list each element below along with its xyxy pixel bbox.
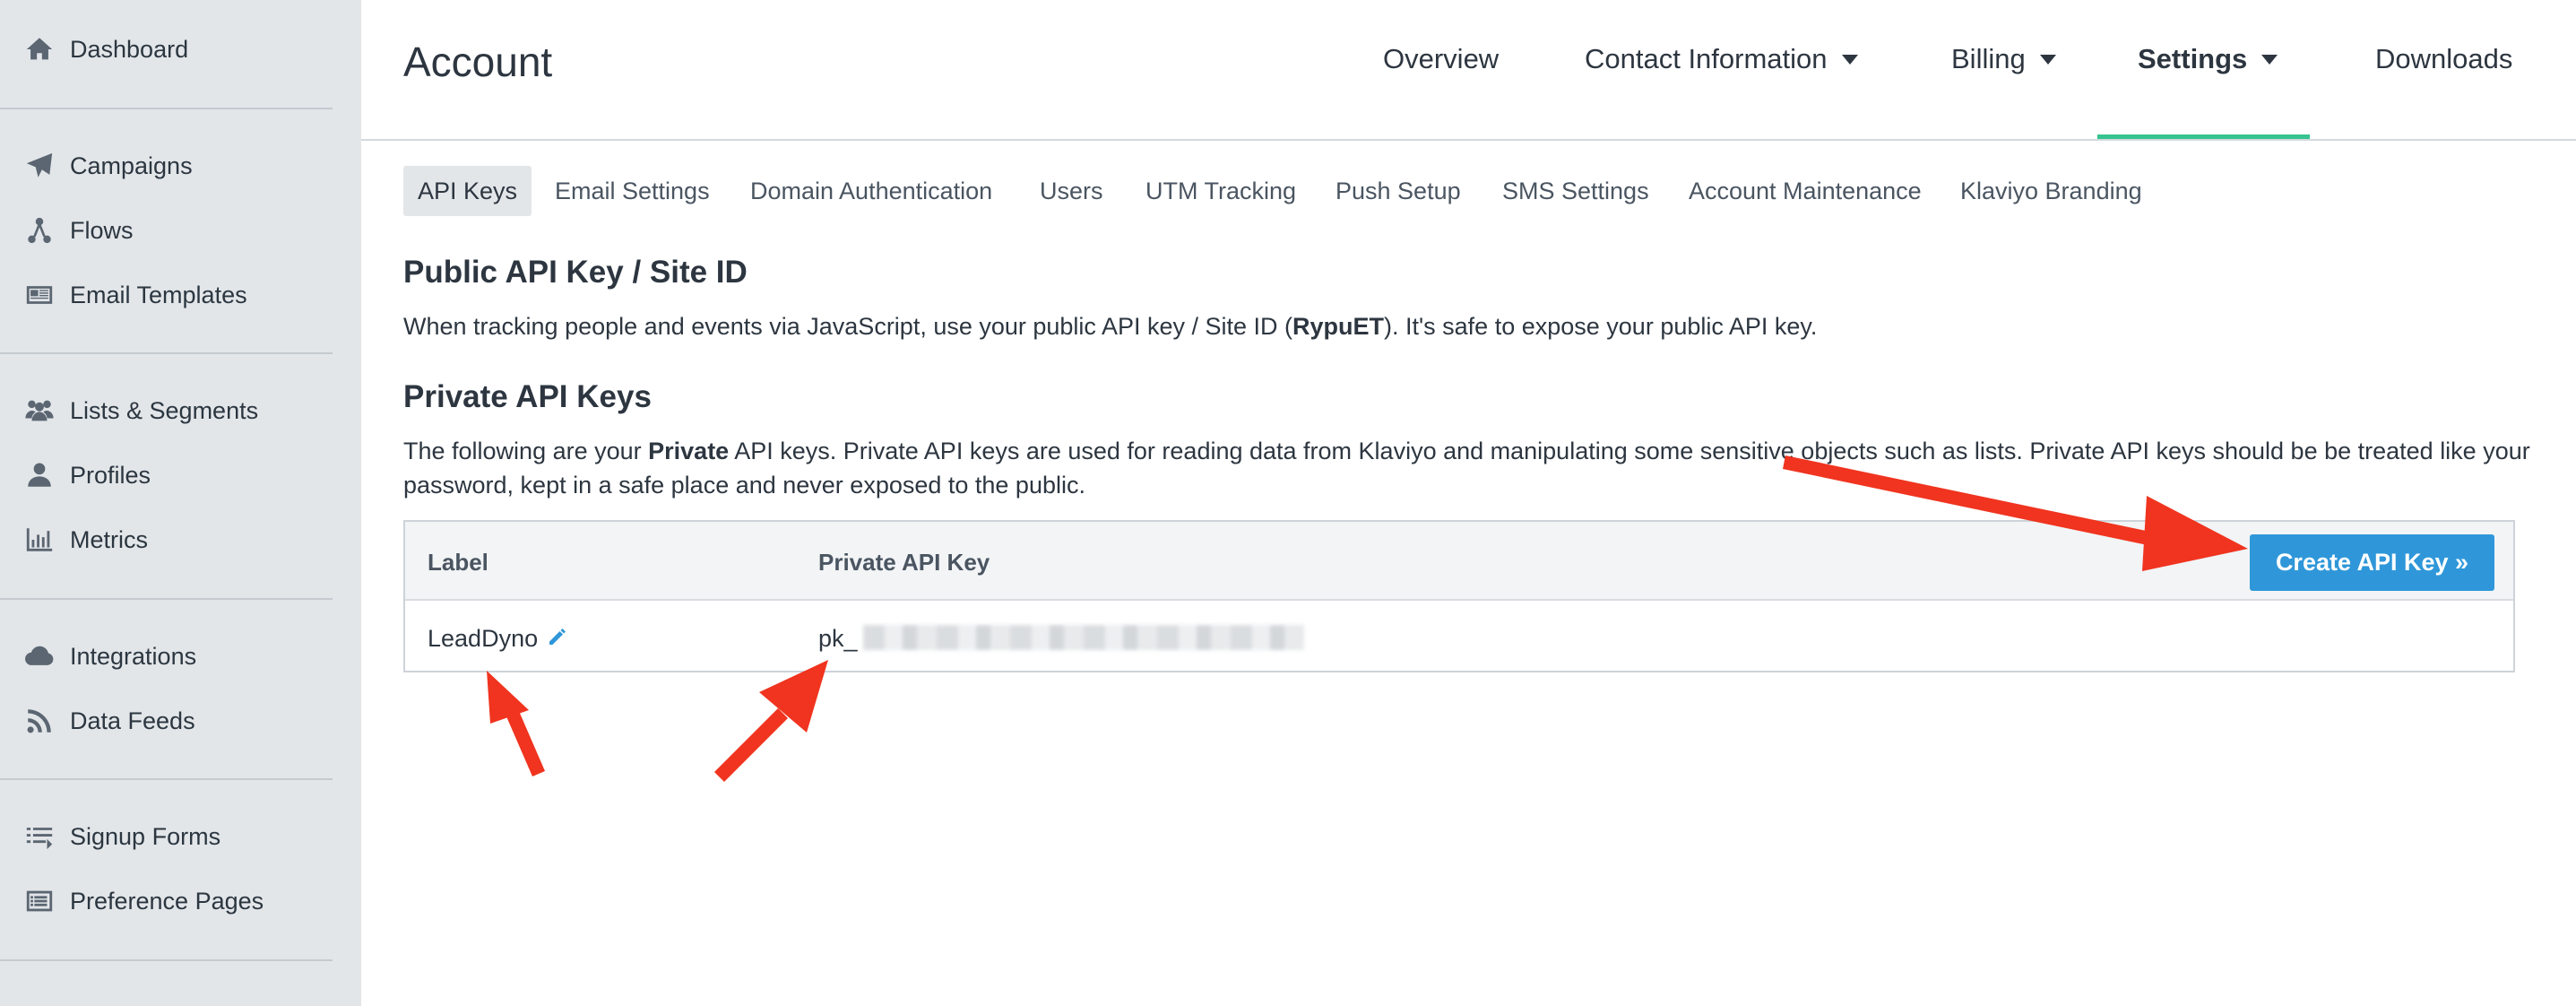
subtab-domain-authentication[interactable]: Domain Authentication xyxy=(750,166,992,216)
sidebar-item-label: Flows xyxy=(70,216,134,244)
users-icon xyxy=(22,393,57,429)
subtab-push-setup[interactable]: Push Setup xyxy=(1336,166,1461,216)
tab-label: Downloads xyxy=(2375,43,2513,74)
rss-icon xyxy=(22,703,57,739)
annotation-arrow-label xyxy=(487,671,545,776)
tab-label: Overview xyxy=(1383,43,1500,74)
public-api-key-description: When tracking people and events via Java… xyxy=(403,309,2537,343)
annotation-arrows xyxy=(487,455,2248,782)
flow-icon xyxy=(22,212,57,248)
subtab-api-keys[interactable]: API Keys xyxy=(403,166,532,216)
page-title: Account xyxy=(403,39,553,85)
site-id-value: RypuET xyxy=(1292,313,1385,340)
list-alt-icon xyxy=(22,883,57,919)
sidebar-item-campaigns[interactable]: Campaigns xyxy=(22,139,193,193)
annotation-arrow-key xyxy=(714,660,828,782)
sidebar-item-label: Signup Forms xyxy=(70,822,221,850)
tab-downloads[interactable]: Downloads xyxy=(2375,43,2512,75)
create-api-key-button[interactable]: Create API Key » xyxy=(2250,534,2494,591)
table-header-row: Label Private API Key xyxy=(405,522,2513,601)
subtab-klaviyo-branding[interactable]: Klaviyo Branding xyxy=(1960,166,2142,216)
private-api-keys-heading: Private API Keys xyxy=(403,379,652,414)
tab-billing[interactable]: Billing xyxy=(1951,43,2056,75)
description-text: When tracking people and events via Java… xyxy=(403,313,1292,340)
tab-label: Contact Information xyxy=(1585,43,1828,74)
api-key-label: LeadDyno xyxy=(428,625,539,652)
subtab-email-settings[interactable]: Email Settings xyxy=(555,166,710,216)
subtab-sms-settings[interactable]: SMS Settings xyxy=(1502,166,1649,216)
cloud-icon xyxy=(22,638,57,674)
newspaper-icon xyxy=(22,277,57,313)
description-text: ). It's safe to expose your public API k… xyxy=(1384,313,1818,340)
bar-chart-icon xyxy=(22,522,57,558)
sidebar-item-integrations[interactable]: Integrations xyxy=(22,629,196,683)
column-header-label: Label xyxy=(428,549,488,576)
sidebar-item-label: Email Templates xyxy=(70,281,247,308)
tab-label: Billing xyxy=(1951,43,2026,74)
sidebar-divider xyxy=(0,778,333,780)
sidebar-item-flows[interactable]: Flows xyxy=(22,204,134,257)
redacted-api-key xyxy=(863,625,1304,650)
sidebar-divider xyxy=(0,108,333,109)
sidebar-item-profiles[interactable]: Profiles xyxy=(22,448,151,502)
subtab-account-maintenance[interactable]: Account Maintenance xyxy=(1689,166,1922,216)
tab-label: Settings xyxy=(2138,43,2248,74)
sidebar-item-label: Metrics xyxy=(70,525,148,553)
subtab-users[interactable]: Users xyxy=(1040,166,1103,216)
sidebar-item-email-templates[interactable]: Email Templates xyxy=(22,268,247,322)
sidebar-item-label: Dashboard xyxy=(70,35,189,63)
sidebar-divider xyxy=(0,352,333,354)
sidebar-item-label: Lists & Segments xyxy=(70,396,259,424)
sidebar-item-label: Campaigns xyxy=(70,152,193,179)
user-icon xyxy=(22,457,57,493)
sidebar-item-label: Preference Pages xyxy=(70,887,264,915)
api-key-value: pk_ xyxy=(818,625,858,652)
header-divider xyxy=(361,139,2576,141)
tab-overview[interactable]: Overview xyxy=(1383,43,1499,75)
tab-settings[interactable]: Settings xyxy=(2138,43,2278,75)
caret-down-icon xyxy=(2261,54,2278,65)
api-keys-table: Label Private API Key LeadDyno pk_ xyxy=(403,520,2515,672)
caret-down-icon xyxy=(2039,54,2056,65)
paper-plane-icon xyxy=(22,148,57,184)
sidebar-item-lists-segments[interactable]: Lists & Segments xyxy=(22,384,258,438)
caret-down-icon xyxy=(1841,54,1858,65)
sidebar-divider xyxy=(0,959,333,961)
public-api-key-heading: Public API Key / Site ID xyxy=(403,255,748,290)
list-icon xyxy=(22,819,57,854)
description-text: The following are your xyxy=(403,438,649,464)
sidebar-item-metrics[interactable]: Metrics xyxy=(22,513,148,567)
sidebar-item-label: Profiles xyxy=(70,461,151,489)
column-header-private-api-key: Private API Key xyxy=(818,549,990,576)
home-icon xyxy=(22,31,57,67)
sidebar-item-signup-forms[interactable]: Signup Forms xyxy=(22,810,220,863)
description-bold: Private xyxy=(648,438,730,464)
sidebar: Dashboard Campaigns Flows Email Template… xyxy=(0,0,361,1006)
subtab-utm-tracking[interactable]: UTM Tracking xyxy=(1145,166,1296,216)
sidebar-divider xyxy=(0,598,333,600)
tab-contact-information[interactable]: Contact Information xyxy=(1585,43,1858,75)
sidebar-item-label: Integrations xyxy=(70,642,197,670)
sidebar-item-label: Data Feeds xyxy=(70,707,195,734)
sidebar-item-preference-pages[interactable]: Preference Pages xyxy=(22,874,264,928)
edit-pencil-icon[interactable] xyxy=(547,626,568,647)
sidebar-item-data-feeds[interactable]: Data Feeds xyxy=(22,694,195,748)
private-api-keys-description: The following are your Private API keys.… xyxy=(403,434,2537,502)
sidebar-item-dashboard[interactable]: Dashboard xyxy=(22,22,188,76)
